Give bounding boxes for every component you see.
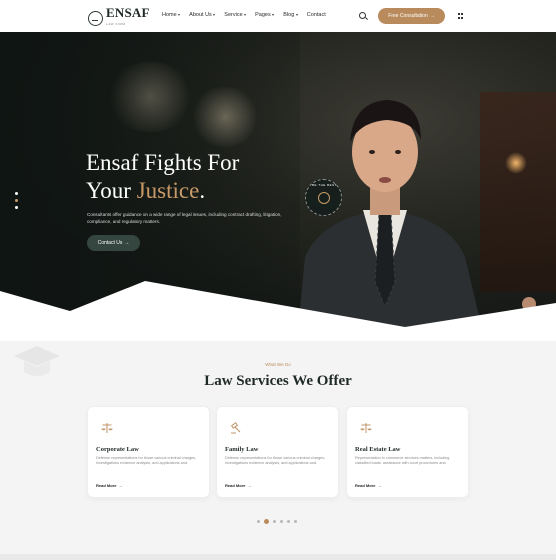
hero-title-prefix: Your bbox=[86, 178, 137, 203]
arrow-right-icon: → bbox=[124, 240, 130, 246]
pager-dot[interactable] bbox=[294, 520, 297, 523]
slider-dot[interactable] bbox=[15, 192, 18, 195]
nav-label: Blog bbox=[283, 12, 295, 18]
card-title: Real Estate Law bbox=[355, 446, 401, 453]
card-title: Corporate Law bbox=[96, 446, 139, 453]
pager-dot[interactable] bbox=[257, 520, 260, 523]
pager-dot[interactable] bbox=[280, 520, 283, 523]
nav-item-home[interactable]: Home bbox=[162, 12, 181, 18]
read-more-label: Read More bbox=[225, 483, 246, 488]
read-more-link[interactable]: Read More → bbox=[96, 483, 122, 488]
site-header: ENSAF LAW FIRM Home About Us Service Pag… bbox=[0, 0, 556, 32]
slider-dot-active[interactable] bbox=[15, 199, 18, 202]
gavel-icon bbox=[230, 422, 241, 434]
nav-item-service[interactable]: Service bbox=[224, 12, 247, 18]
arrow-right-icon: → bbox=[429, 13, 435, 19]
hero-slider-dots[interactable] bbox=[15, 192, 18, 209]
nav-item-pages[interactable]: Pages bbox=[255, 12, 275, 18]
pager-dot[interactable] bbox=[273, 520, 276, 523]
slider-dot[interactable] bbox=[15, 206, 18, 209]
nav-item-about[interactable]: About Us bbox=[189, 12, 216, 18]
grid-menu-icon[interactable] bbox=[458, 13, 464, 19]
nav-label: Pages bbox=[255, 12, 271, 18]
card-text: Defense representations for those variou… bbox=[96, 456, 197, 466]
pager-dot[interactable] bbox=[287, 520, 290, 523]
service-card-real-estate[interactable]: Real Estate Law Representation in commer… bbox=[346, 406, 469, 498]
scale-icon bbox=[317, 191, 330, 204]
read-more-label: Read More bbox=[96, 483, 117, 488]
services-pager[interactable] bbox=[257, 519, 297, 524]
contact-label: Contact Us bbox=[97, 240, 123, 246]
nav-item-blog[interactable]: Blog bbox=[283, 12, 298, 18]
arrow-right-icon: → bbox=[118, 483, 123, 488]
badge-text: BE THE BEST bbox=[312, 183, 337, 187]
hero-title-accent: Justice bbox=[136, 178, 200, 203]
chevron-down-icon bbox=[178, 14, 181, 16]
nav-label: Home bbox=[162, 12, 177, 18]
hero-title-line1: Ensaf Fights For bbox=[86, 150, 240, 175]
main-nav: Home About Us Service Pages Blog Contact bbox=[162, 12, 326, 18]
best-badge: BE THE BEST bbox=[305, 179, 342, 216]
card-text: Defense representations for those variou… bbox=[225, 456, 326, 466]
chevron-down-icon bbox=[213, 14, 216, 16]
logo-name: ENSAF bbox=[106, 5, 150, 20]
chevron-down-icon bbox=[295, 14, 298, 16]
card-title: Family Law bbox=[225, 446, 259, 453]
service-card-corporate[interactable]: Corporate Law Defense representations fo… bbox=[87, 406, 210, 498]
logo[interactable]: ENSAF LAW FIRM bbox=[88, 5, 150, 30]
contact-us-button[interactable]: Contact Us → bbox=[87, 235, 140, 251]
page-bottom-strip bbox=[0, 554, 556, 560]
nav-item-contact[interactable]: Contact bbox=[307, 12, 326, 18]
hero-subtitle: Consultants offer guidance on a wide ran… bbox=[87, 212, 282, 224]
section-title: Law Services We Offer bbox=[204, 373, 352, 389]
logo-text: ENSAF LAW FIRM bbox=[106, 5, 150, 30]
scale-icon bbox=[360, 423, 372, 433]
services-section: What We Do Law Services We Offer Corpora… bbox=[0, 300, 556, 554]
chevron-down-icon bbox=[272, 14, 275, 16]
lamp-light bbox=[505, 152, 527, 174]
hero-title: Ensaf Fights For Your Justice. bbox=[86, 149, 239, 205]
chevron-down-icon bbox=[244, 14, 247, 16]
arrow-right-icon: → bbox=[377, 483, 382, 488]
read-more-label: Read More bbox=[355, 483, 376, 488]
section-eyebrow: What We Do bbox=[265, 362, 291, 367]
scale-icon bbox=[101, 423, 113, 433]
card-text: Representation in commerce services matt… bbox=[355, 456, 450, 466]
search-icon[interactable] bbox=[359, 12, 366, 19]
read-more-link[interactable]: Read More → bbox=[225, 483, 251, 488]
pager-dot-active[interactable] bbox=[264, 519, 269, 524]
hero-title-suffix: . bbox=[199, 178, 206, 203]
cta-label: Free Consultation bbox=[388, 13, 428, 19]
nav-label: Contact bbox=[306, 12, 326, 18]
logo-scale-icon bbox=[88, 11, 103, 26]
logo-tagline: LAW FIRM bbox=[106, 22, 126, 26]
service-card-family[interactable]: Family Law Defense representations for t… bbox=[216, 406, 339, 498]
nav-label: About Us bbox=[189, 12, 212, 18]
read-more-link[interactable]: Read More → bbox=[355, 483, 381, 488]
arrow-right-icon: → bbox=[247, 483, 252, 488]
nav-label: Service bbox=[224, 12, 243, 18]
free-consultation-button[interactable]: Free Consultation → bbox=[378, 8, 445, 24]
